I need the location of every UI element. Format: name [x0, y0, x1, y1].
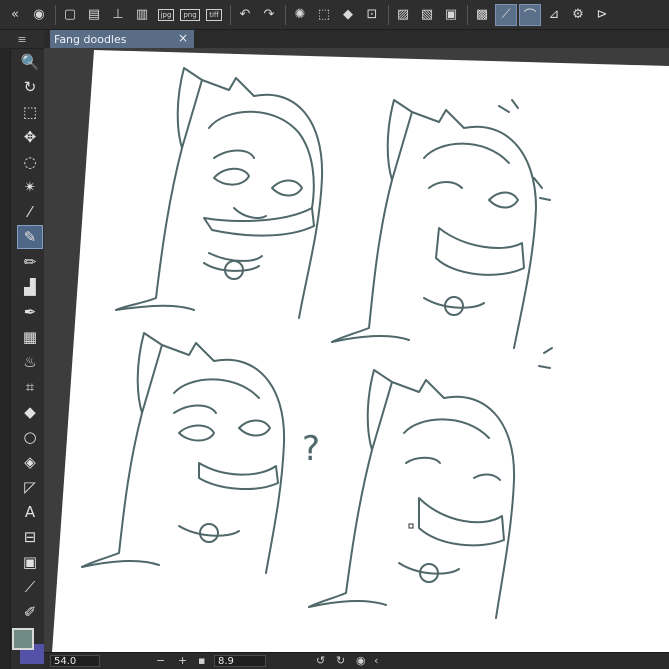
document-tab[interactable]: Fang doodles ×: [50, 30, 194, 48]
save-icon[interactable]: ⊥: [107, 4, 129, 26]
document-tab-bar: Fang doodles ×: [44, 30, 669, 49]
blend-tool-icon[interactable]: ♨: [17, 350, 43, 374]
toolbar-separator: [467, 4, 468, 25]
open-file-icon[interactable]: ▤: [83, 4, 105, 26]
main-color-swatch[interactable]: [12, 628, 34, 650]
loading-icon[interactable]: ✺: [289, 4, 311, 26]
redo-icon[interactable]: ↷: [258, 4, 280, 26]
rotate-right-icon[interactable]: ↻: [336, 654, 345, 667]
reset-rotation-icon[interactable]: ◉: [356, 654, 366, 667]
tool-palette: ≡ 🔍 ↻ ⬚ ✥ ◌ ✴ ⁄ ✎ ✏ ▟ ✒ ▦ ♨ ⌗ ◆ ○ ◈ ◸ A ⊟ ▣ ⟋ ✐: [0, 30, 45, 669]
auto-select-tool-icon[interactable]: ✴: [17, 175, 43, 199]
text-tool-icon[interactable]: A: [17, 500, 43, 524]
frame-border-tool-icon[interactable]: ◸: [17, 475, 43, 499]
toolbar-separator: [55, 4, 56, 25]
object-tool-icon[interactable]: ⬚: [17, 100, 43, 124]
line-smooth-icon[interactable]: ⌒: [519, 3, 541, 26]
transform-icon[interactable]: ⊡: [361, 4, 383, 26]
decoration-tool-icon[interactable]: ✒: [17, 300, 43, 324]
ruler-tool-icon[interactable]: ⟋: [17, 575, 43, 599]
shape-tool-icon[interactable]: ○: [17, 425, 43, 449]
balloon-tool-icon[interactable]: ⊟: [17, 525, 43, 549]
zoom-field[interactable]: 54.0: [50, 655, 100, 667]
document-tab-title: Fang doodles: [54, 32, 127, 46]
status-bar: 54.0 − + ▪ 8.9 ↺ ↻ ◉ ‹: [44, 652, 669, 669]
export-tiff-icon[interactable]: tiff: [203, 4, 225, 26]
pressure-icon[interactable]: ⊿: [543, 4, 565, 26]
clear-icon[interactable]: ⬚: [313, 4, 335, 26]
export-png-label: png: [180, 8, 200, 21]
eraser-tool-icon[interactable]: ◈: [17, 450, 43, 474]
new-canvas-icon[interactable]: ▢: [59, 4, 81, 26]
zoom-out-button[interactable]: −: [156, 654, 165, 667]
zoom-tool-icon[interactable]: 🔍: [17, 50, 43, 74]
export-jpg-icon[interactable]: jpg: [155, 4, 177, 26]
ruler-off-icon[interactable]: ▧: [416, 4, 438, 26]
fill-tool-icon[interactable]: ◆: [17, 400, 43, 424]
save-as-icon[interactable]: ▥: [131, 4, 153, 26]
zoom-slider-icon[interactable]: ▪: [198, 654, 205, 667]
export-jpg-label: jpg: [157, 8, 175, 21]
export-tiff-label: tiff: [206, 8, 222, 21]
undo-icon[interactable]: ↶: [234, 4, 256, 26]
palette-collapse-strip[interactable]: [0, 48, 11, 669]
toolbar-separator: [230, 4, 231, 25]
toolbar-separator: [285, 4, 286, 25]
scroll-left-icon[interactable]: ‹: [374, 654, 378, 667]
question-mark: ?: [302, 429, 320, 469]
export-png-icon[interactable]: png: [179, 4, 201, 26]
main-toolbar: « ◉ ▢ ▤ ⊥ ▥ jpg png tiff ↶ ↷ ✺ ⬚ ◆ ⊡ ▨ ▧…: [0, 0, 669, 30]
rotate-left-icon[interactable]: ↺: [316, 654, 325, 667]
animation-icon[interactable]: ⊳: [591, 4, 613, 26]
tone-tool-icon[interactable]: ▦: [17, 325, 43, 349]
drawing-canvas[interactable]: ?: [44, 48, 669, 653]
line-correct-icon[interactable]: ⟋: [495, 3, 517, 26]
clip-icon[interactable]: ◉: [28, 4, 50, 26]
pencil-tool-icon[interactable]: ✏: [17, 250, 43, 274]
airbrush-tool-icon[interactable]: ▟: [17, 275, 43, 299]
gradient-tool-icon[interactable]: ▣: [17, 550, 43, 574]
correct-line-tool-icon[interactable]: ✐: [17, 600, 43, 624]
palette-menu-icon[interactable]: ≡: [0, 30, 44, 49]
rotation-field[interactable]: 8.9: [214, 655, 266, 667]
grid-off-icon[interactable]: ▨: [392, 4, 414, 26]
eyedropper-tool-icon[interactable]: ⁄: [17, 200, 43, 224]
tone-icon[interactable]: ▩: [471, 4, 493, 26]
expand-icon[interactable]: «: [4, 4, 26, 26]
settings-icon[interactable]: ⚙: [567, 4, 589, 26]
grid-tool-icon[interactable]: ⌗: [17, 375, 43, 399]
pen-tool-icon[interactable]: ✎: [17, 225, 43, 249]
zoom-in-button[interactable]: +: [178, 654, 187, 667]
toolbar-separator: [388, 4, 389, 25]
move-tool-icon[interactable]: ✥: [17, 125, 43, 149]
fill-icon[interactable]: ◆: [337, 4, 359, 26]
lasso-tool-icon[interactable]: ◌: [17, 150, 43, 174]
rotate-tool-icon[interactable]: ↻: [17, 75, 43, 99]
frame-icon[interactable]: ▣: [440, 4, 462, 26]
canvas-area[interactable]: ?: [44, 48, 669, 653]
close-icon[interactable]: ×: [178, 31, 188, 45]
